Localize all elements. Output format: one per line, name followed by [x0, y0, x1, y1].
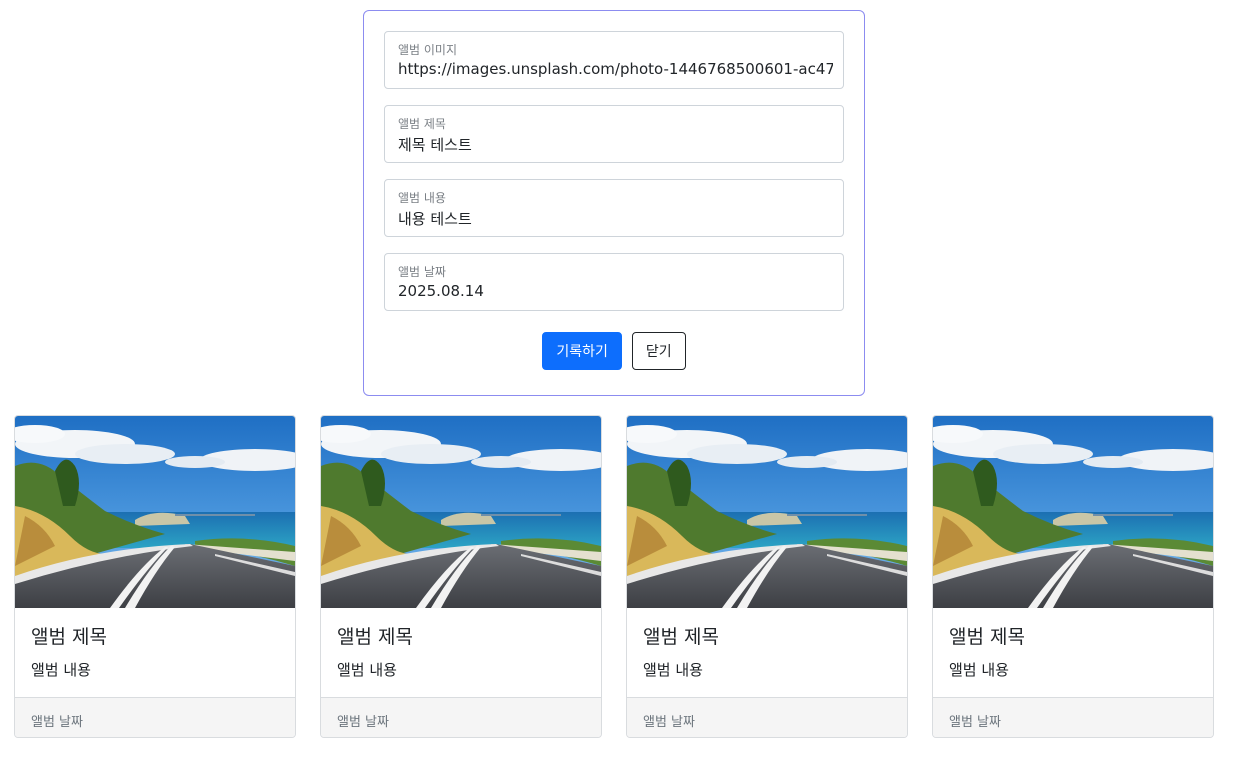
album-card[interactable]: 앨범 제목 앨범 내용 앨범 날짜 — [320, 415, 602, 738]
album-card-body: 앨범 제목 앨범 내용 — [933, 608, 1213, 697]
album-date-field[interactable]: 앨범 날짜 2025.08.14 — [384, 253, 844, 311]
album-card-image — [933, 416, 1213, 608]
album-image-label: 앨범 이미지 — [398, 43, 458, 57]
album-card-image — [627, 416, 907, 608]
album-card-title: 앨범 제목 — [949, 626, 1025, 648]
album-card-date: 앨범 날짜 — [627, 697, 907, 737]
close-button[interactable]: 닫기 — [631, 332, 686, 370]
form-actions: 기록하기 닫기 — [384, 332, 844, 370]
album-card-date: 앨범 날짜 — [15, 697, 295, 737]
album-card-body: 앨범 제목 앨범 내용 — [15, 608, 295, 697]
album-card-text: 앨범 내용 — [949, 661, 1009, 679]
album-card-title: 앨범 제목 — [31, 626, 107, 648]
album-image-field[interactable]: 앨범 이미지 https://images.unsplash.com/photo… — [384, 31, 844, 89]
album-card-text: 앨범 내용 — [31, 661, 91, 679]
album-card[interactable]: 앨범 제목 앨범 내용 앨범 날짜 — [932, 415, 1214, 738]
album-card-image — [15, 416, 295, 608]
album-card-body: 앨범 제목 앨범 내용 — [321, 608, 601, 697]
album-card-date: 앨범 날짜 — [933, 697, 1213, 737]
album-card-body: 앨범 제목 앨범 내용 — [627, 608, 907, 697]
album-card-text: 앨범 내용 — [337, 661, 397, 679]
album-card-title: 앨범 제목 — [643, 626, 719, 648]
album-card[interactable]: 앨범 제목 앨범 내용 앨범 날짜 — [14, 415, 296, 738]
album-form-panel: 앨범 이미지 https://images.unsplash.com/photo… — [363, 10, 865, 396]
album-title-input[interactable]: 제목 테스트 — [398, 134, 833, 155]
album-card-date: 앨범 날짜 — [321, 697, 601, 737]
album-content-input[interactable]: 내용 테스트 — [398, 208, 833, 229]
album-card[interactable]: 앨범 제목 앨범 내용 앨범 날짜 — [626, 415, 908, 738]
album-content-label: 앨범 내용 — [398, 191, 446, 205]
album-title-label: 앨범 제목 — [398, 117, 446, 131]
album-image-input[interactable]: https://images.unsplash.com/photo-144676… — [398, 60, 833, 78]
album-date-input[interactable]: 2025.08.14 — [398, 282, 833, 300]
album-title-field[interactable]: 앨범 제목 제목 테스트 — [384, 105, 844, 163]
submit-button[interactable]: 기록하기 — [542, 332, 622, 370]
album-content-field[interactable]: 앨범 내용 내용 테스트 — [384, 179, 844, 237]
album-card-title: 앨범 제목 — [337, 626, 413, 648]
album-card-text: 앨범 내용 — [643, 661, 703, 679]
album-date-label: 앨범 날짜 — [398, 265, 446, 279]
album-card-image — [321, 416, 601, 608]
